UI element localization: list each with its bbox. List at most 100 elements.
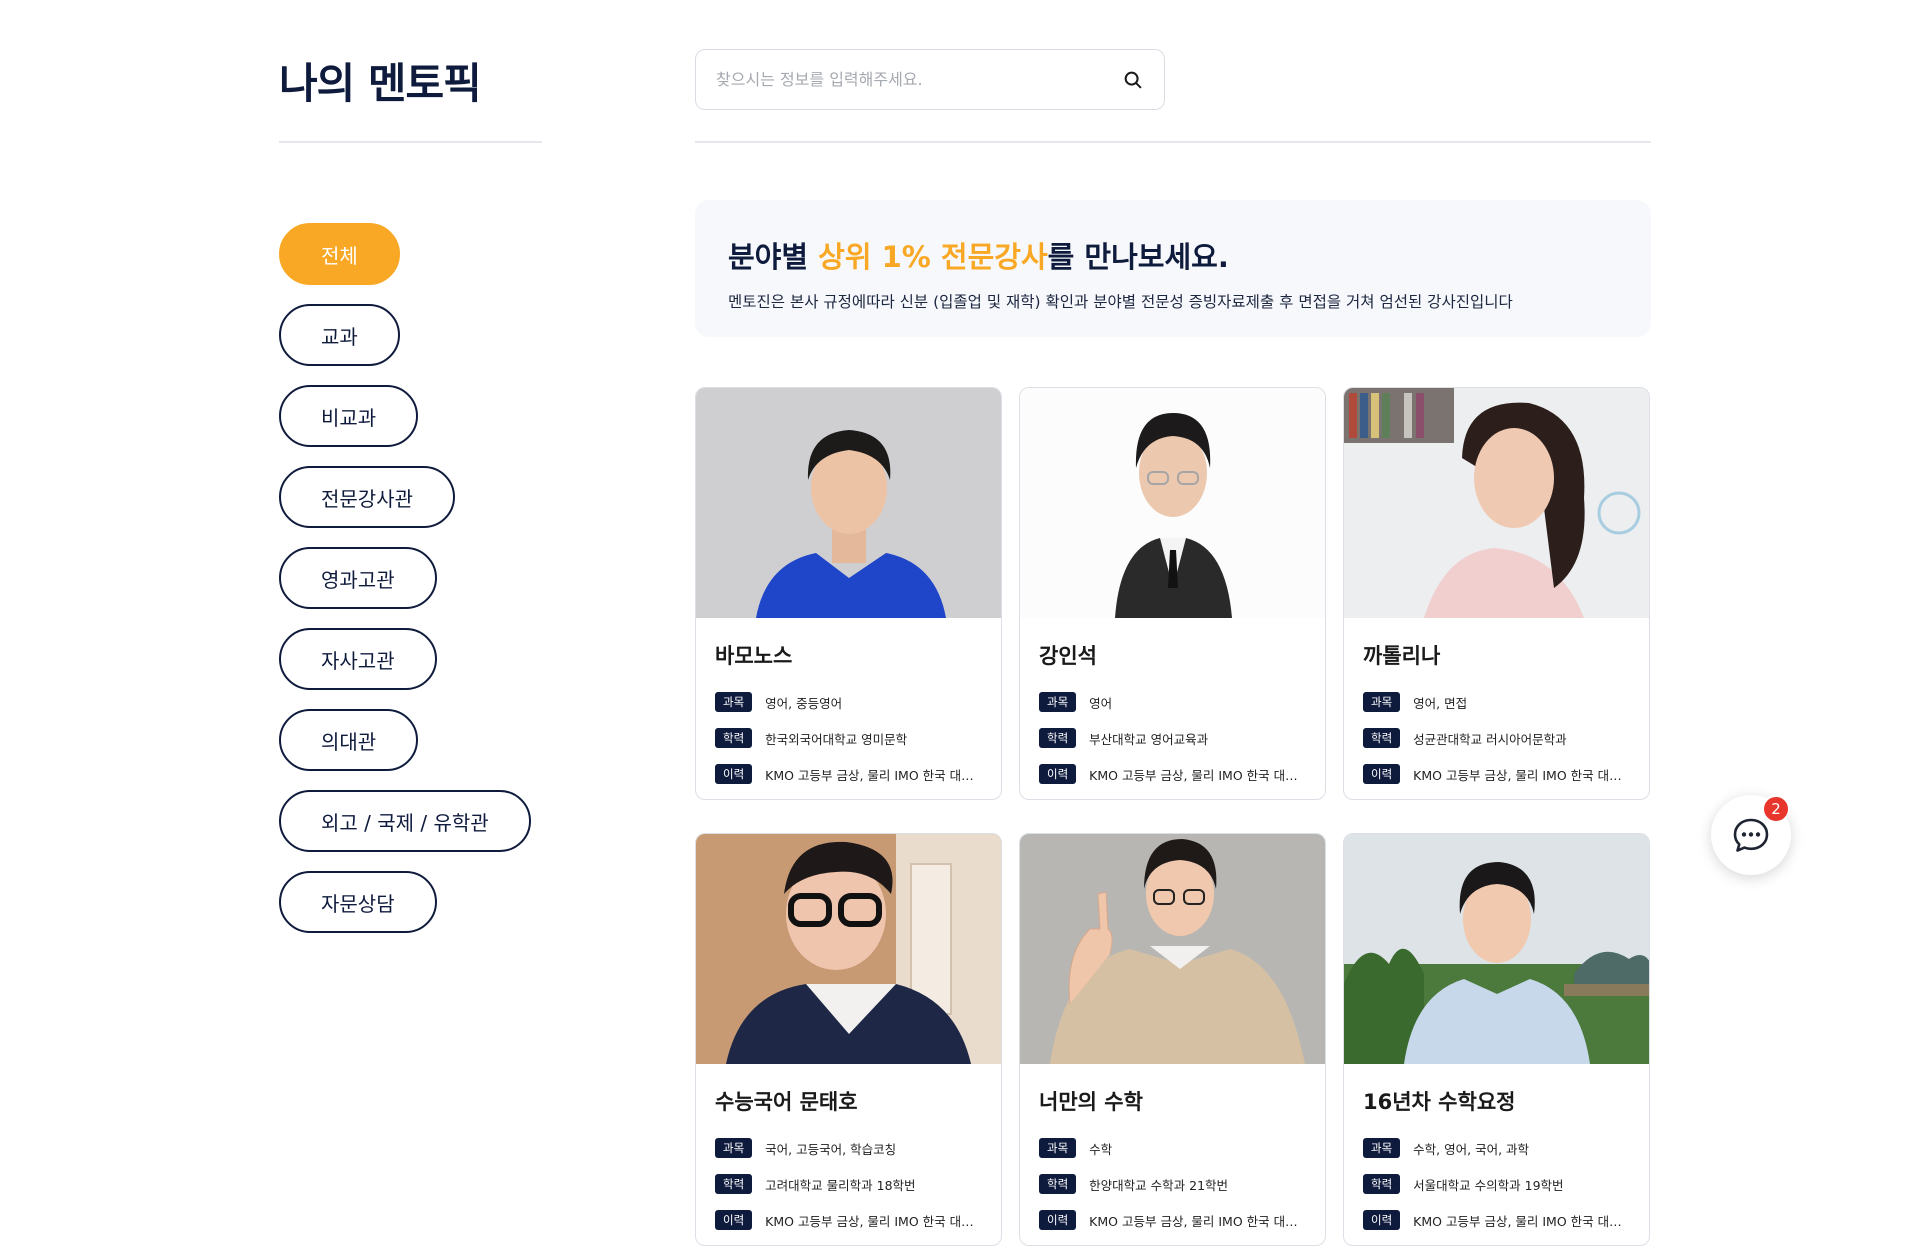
mentor-career: KMO 고등부 금상, 물리 IMO 한국 대표... xyxy=(1089,1213,1306,1229)
mentor-education-row: 학력 한국외국어대학교 영미문학 xyxy=(715,728,982,748)
category-subject-button[interactable]: 교과 xyxy=(279,304,400,366)
mentor-subject: 영어 xyxy=(1089,695,1113,711)
banner-subtitle: 멘토진은 본사 규정에따라 신분 (입졸업 및 재학) 확인과 분야별 전문성 … xyxy=(728,293,1513,311)
chat-notification-badge: 2 xyxy=(1762,795,1790,823)
page-title: 나의 멘토픽 xyxy=(279,59,482,108)
mentor-education-row: 학력 한양대학교 수학과 21학번 xyxy=(1039,1174,1306,1194)
category-private-high-button[interactable]: 자사고관 xyxy=(279,628,437,690)
mentor-career-row: 이력 KMO 고등부 금상, 물리 IMO 한국 대표... xyxy=(1039,1210,1306,1230)
education-tag: 학력 xyxy=(715,728,753,748)
mentor-career: KMO 고등부 금상, 물리 IMO 한국 대표... xyxy=(765,1213,982,1229)
mentor-subject: 국어, 고등국어, 학습코칭 xyxy=(765,1141,897,1157)
mentor-name: 16년차 수학요정 xyxy=(1363,1090,1516,1114)
mentor-education: 고려대학교 물리학과 18학번 xyxy=(765,1177,916,1193)
mentor-photo xyxy=(696,388,1001,618)
mentor-card[interactable]: 바모노스 과목 영어, 중등영어 학력 한국외국어대학교 영미문학 이력 KMO 고등… xyxy=(695,387,1002,800)
mentor-card[interactable]: 16년차 수학요정 과목 수학, 영어, 국어, 과학 학력 서울대학교 수의학과 … xyxy=(1343,833,1650,1246)
mentor-name: 바모노스 xyxy=(715,644,793,668)
mentor-photo-image xyxy=(696,834,1001,1064)
search-icon[interactable] xyxy=(1122,69,1144,91)
mentor-subject-row: 과목 수학, 영어, 국어, 과학 xyxy=(1363,1138,1630,1158)
mentor-education: 한양대학교 수학과 21학번 xyxy=(1089,1177,1229,1193)
page: 나의 멘토픽 전체 교과 비교과 전문강사관 영과고관 자사고관 의대관 외고 … xyxy=(0,0,1918,1251)
mentor-photo-image xyxy=(696,388,1001,618)
mentor-photo xyxy=(696,834,1001,1064)
mentor-career-row: 이력 KMO 고등부 금상, 물리 IMO 한국 대표... xyxy=(715,1210,982,1230)
category-expert-button[interactable]: 전문강사관 xyxy=(279,466,455,528)
career-tag: 이력 xyxy=(1039,764,1077,784)
mentor-photo-image xyxy=(1344,834,1649,1064)
search-input[interactable] xyxy=(716,70,1122,89)
mentor-education: 성균관대학교 러시아어문학과 xyxy=(1413,731,1567,747)
banner-title-pre: 분야별 xyxy=(728,240,819,274)
mentor-subject: 영어, 중등영어 xyxy=(765,695,843,711)
education-tag: 학력 xyxy=(1363,728,1401,748)
education-tag: 학력 xyxy=(715,1174,753,1194)
mentor-career: KMO 고등부 금상, 물리 IMO 한국 대표... xyxy=(1413,767,1630,783)
mentor-education-row: 학력 성균관대학교 러시아어문학과 xyxy=(1363,728,1630,748)
mentor-subject-row: 과목 영어, 면접 xyxy=(1363,692,1630,712)
category-nonsubject-button[interactable]: 비교과 xyxy=(279,385,419,447)
career-tag: 이력 xyxy=(1039,1210,1077,1230)
mentor-photo-image xyxy=(1020,388,1325,618)
mentor-career: KMO 고등부 금상, 물리 IMO 한국 대표... xyxy=(765,767,982,783)
mentor-subject: 영어, 면접 xyxy=(1413,695,1468,711)
category-nav: 전체 교과 비교과 전문강사관 영과고관 자사고관 의대관 외고 / 국제 / … xyxy=(279,223,531,952)
mentor-photo xyxy=(1020,834,1325,1064)
mentor-card[interactable]: 너만의 수학 과목 수학 학력 한양대학교 수학과 21학번 이력 KMO 고등부 금… xyxy=(1019,833,1326,1246)
subject-tag: 과목 xyxy=(1363,692,1401,712)
intro-banner: 분야별 상위 1% 전문강사를 만나보세요. 멘토진은 본사 규정에따라 신분 … xyxy=(695,200,1651,337)
subject-tag: 과목 xyxy=(1363,1138,1401,1158)
mentor-name: 너만의 수학 xyxy=(1039,1090,1143,1114)
chat-bubble-icon xyxy=(1733,818,1769,852)
subject-tag: 과목 xyxy=(715,1138,753,1158)
category-medical-button[interactable]: 의대관 xyxy=(279,709,419,771)
mentor-education: 한국외국어대학교 영미문학 xyxy=(765,731,908,747)
subject-tag: 과목 xyxy=(1039,692,1077,712)
education-tag: 학력 xyxy=(1039,1174,1077,1194)
mentor-education-row: 학력 고려대학교 물리학과 18학번 xyxy=(715,1174,982,1194)
subject-tag: 과목 xyxy=(715,692,753,712)
left-divider xyxy=(279,141,542,143)
mentor-career-row: 이력 KMO 고등부 금상, 물리 IMO 한국 대표... xyxy=(1039,764,1306,784)
education-tag: 학력 xyxy=(1039,728,1077,748)
search-box xyxy=(695,49,1165,110)
mentor-card[interactable]: 강인석 과목 영어 학력 부산대학교 영어교육과 이력 KMO 고등부 금상, 물리 … xyxy=(1019,387,1326,800)
mentor-education: 부산대학교 영어교육과 xyxy=(1089,731,1209,747)
top-divider xyxy=(695,141,1651,143)
mentor-photo-image xyxy=(1020,834,1325,1064)
subject-tag: 과목 xyxy=(1039,1138,1077,1158)
mentor-education-row: 학력 서울대학교 수의학과 19학번 xyxy=(1363,1174,1630,1194)
mentor-photo xyxy=(1020,388,1325,618)
mentor-subject-row: 과목 영어 xyxy=(1039,692,1306,712)
category-all-button[interactable]: 전체 xyxy=(279,223,400,285)
mentor-name: 강인석 xyxy=(1039,644,1097,668)
career-tag: 이력 xyxy=(715,1210,753,1230)
mentor-subject-row: 과목 수학 xyxy=(1039,1138,1306,1158)
category-foreign-intl-abroad-button[interactable]: 외고 / 국제 / 유학관 xyxy=(279,790,531,852)
education-tag: 학력 xyxy=(1363,1174,1401,1194)
mentor-name: 까톨리나 xyxy=(1363,644,1441,668)
mentor-name: 수능국어 문태호 xyxy=(715,1090,858,1114)
mentor-subject-row: 과목 영어, 중등영어 xyxy=(715,692,982,712)
category-science-high-button[interactable]: 영과고관 xyxy=(279,547,437,609)
mentor-card[interactable]: 수능국어 문태호 과목 국어, 고등국어, 학습코칭 학력 고려대학교 물리학과 1… xyxy=(695,833,1002,1246)
mentor-card[interactable]: 까톨리나 과목 영어, 면접 학력 성균관대학교 러시아어문학과 이력 KMO 고등부… xyxy=(1343,387,1650,800)
mentor-photo xyxy=(1344,388,1649,618)
category-consulting-button[interactable]: 자문상담 xyxy=(279,871,437,933)
mentor-career: KMO 고등부 금상, 물리 IMO 한국 대표... xyxy=(1089,767,1306,783)
career-tag: 이력 xyxy=(715,764,753,784)
mentor-photo xyxy=(1344,834,1649,1064)
mentor-photo-image xyxy=(1344,388,1649,618)
banner-title: 분야별 상위 1% 전문강사를 만나보세요. xyxy=(728,234,1618,276)
mentor-subject: 수학 xyxy=(1089,1141,1113,1157)
banner-title-highlight: 상위 1% 전문강사 xyxy=(818,240,1048,274)
mentor-subject: 수학, 영어, 국어, 과학 xyxy=(1413,1141,1530,1157)
mentor-education-row: 학력 부산대학교 영어교육과 xyxy=(1039,728,1306,748)
mentor-subject-row: 과목 국어, 고등국어, 학습코칭 xyxy=(715,1138,982,1158)
mentor-education: 서울대학교 수의학과 19학번 xyxy=(1413,1177,1564,1193)
mentor-grid: 바모노스 과목 영어, 중등영어 학력 한국외국어대학교 영미문학 이력 KMO 고등… xyxy=(695,387,1651,1246)
banner-title-post: 를 만나보세요. xyxy=(1047,240,1229,274)
career-tag: 이력 xyxy=(1363,1210,1401,1230)
mentor-career-row: 이력 KMO 고등부 금상, 물리 IMO 한국 대표... xyxy=(1363,1210,1630,1230)
